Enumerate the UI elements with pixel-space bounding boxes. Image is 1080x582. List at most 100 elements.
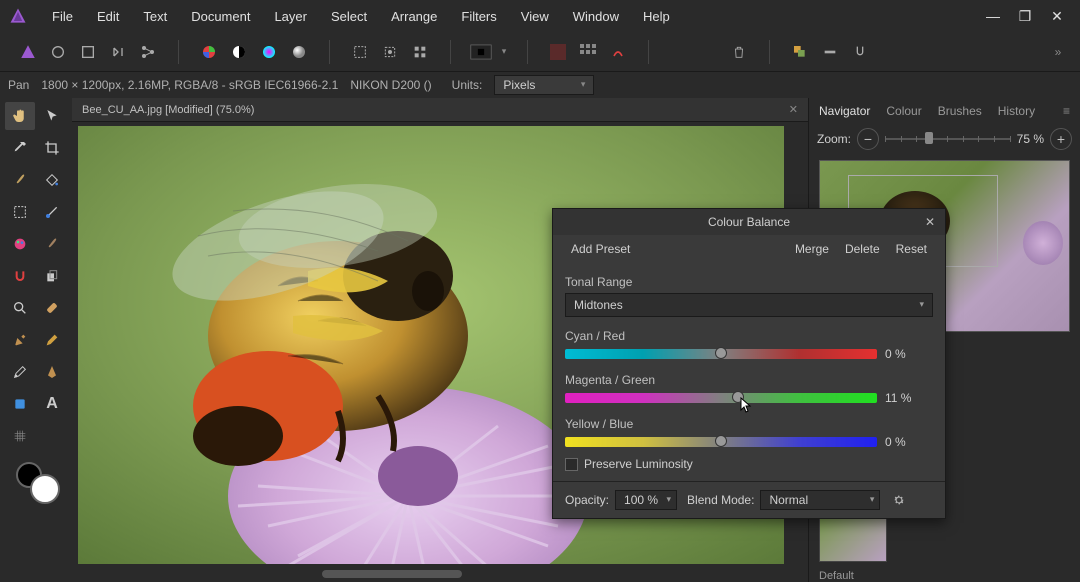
contrast-icon[interactable]: [225, 38, 253, 66]
snap-icon[interactable]: [846, 38, 874, 66]
tone-map-persona-icon[interactable]: [104, 38, 132, 66]
menu-arrange[interactable]: Arrange: [379, 3, 449, 30]
horizontal-scrollbar[interactable]: [322, 570, 462, 578]
crop-sel-icon[interactable]: [376, 38, 404, 66]
mesh-tool-icon[interactable]: [5, 422, 35, 450]
menu-view[interactable]: View: [509, 3, 561, 30]
overflow-icon[interactable]: »: [1044, 38, 1072, 66]
gradient-tool-icon[interactable]: [37, 198, 67, 226]
tab-colour[interactable]: Colour: [882, 100, 925, 122]
units-select[interactable]: Pixels ▾: [494, 75, 594, 95]
node-tool-icon[interactable]: [5, 358, 35, 386]
tab-history[interactable]: History: [994, 100, 1039, 122]
pencil-tool-icon[interactable]: [37, 326, 67, 354]
swatches-grid-icon[interactable]: [574, 38, 602, 66]
vector-pen-icon[interactable]: [37, 358, 67, 386]
photo-persona-icon[interactable]: [14, 38, 42, 66]
slider-track-1[interactable]: [565, 393, 877, 403]
zoom-out-button[interactable]: −: [857, 128, 879, 150]
document-tab-title: Bee_CU_AA.jpg [Modified] (75.0%): [82, 104, 254, 116]
move-tool-icon[interactable]: [37, 102, 67, 130]
zoom-tool-icon[interactable]: [5, 294, 35, 322]
preserve-luminosity-checkbox[interactable]: [565, 458, 578, 471]
tab-brushes[interactable]: Brushes: [934, 100, 986, 122]
slider-value-1[interactable]: 11 %: [885, 391, 933, 405]
marquee-tool-icon[interactable]: [5, 198, 35, 226]
liquify-persona-icon[interactable]: [44, 38, 72, 66]
empty-tool-slot: [37, 422, 67, 450]
magnet-tool-icon[interactable]: [5, 262, 35, 290]
dialog-close-button[interactable]: ✕: [921, 213, 939, 231]
merge-button[interactable]: Merge: [787, 238, 837, 260]
zoom-in-button[interactable]: +: [1050, 128, 1072, 150]
slider-value-0[interactable]: 0 %: [885, 347, 933, 361]
slider-value-2[interactable]: 0 %: [885, 435, 933, 449]
slider-track-0[interactable]: [565, 349, 877, 359]
dialog-titlebar[interactable]: Colour Balance ✕: [553, 209, 945, 235]
healing-tool-icon[interactable]: [37, 294, 67, 322]
grid-sel-icon[interactable]: [406, 38, 434, 66]
smudge-tool-icon[interactable]: [37, 230, 67, 258]
panel-menu-icon[interactable]: ≡: [1059, 100, 1074, 122]
red-swatch-icon[interactable]: [544, 38, 572, 66]
minimize-button[interactable]: —: [978, 4, 1008, 28]
flood-fill-icon[interactable]: [37, 166, 67, 194]
red-tool-icon[interactable]: [604, 38, 632, 66]
develop-persona-icon[interactable]: [74, 38, 102, 66]
menu-text[interactable]: Text: [131, 3, 179, 30]
layers-icon[interactable]: [786, 38, 814, 66]
shape-tool-icon[interactable]: [5, 390, 35, 418]
close-window-button[interactable]: ✕: [1042, 4, 1072, 28]
dialog-title-text: Colour Balance: [708, 215, 790, 229]
maximize-button[interactable]: ❐: [1010, 4, 1040, 28]
delete-button[interactable]: Delete: [837, 238, 888, 260]
color-wheel-icon[interactable]: [195, 38, 223, 66]
marquee-icon[interactable]: [346, 38, 374, 66]
menu-document[interactable]: Document: [179, 3, 262, 30]
menu-edit[interactable]: Edit: [85, 3, 131, 30]
reset-button[interactable]: Reset: [888, 238, 935, 260]
opacity-select[interactable]: 100 %: [615, 490, 677, 510]
slider-label-2: Yellow / Blue: [565, 417, 933, 431]
slider-thumb-2[interactable]: [715, 435, 727, 447]
close-tab-icon[interactable]: ✕: [789, 103, 798, 116]
align-icon[interactable]: [816, 38, 844, 66]
zoom-value: 75 %: [1017, 132, 1044, 146]
sphere-icon[interactable]: [285, 38, 313, 66]
hand-tool-icon[interactable]: [5, 102, 35, 130]
gear-icon[interactable]: [890, 491, 908, 509]
clone-tool-icon[interactable]: [37, 262, 67, 290]
pen-tool-icon[interactable]: [5, 326, 35, 354]
export-persona-icon[interactable]: [134, 38, 162, 66]
tab-navigator[interactable]: Navigator: [815, 100, 874, 122]
paint-mixer-icon[interactable]: [5, 230, 35, 258]
fill-preview-icon[interactable]: [467, 38, 495, 66]
panel-tabs-top: Navigator Colour Brushes History ≡: [809, 98, 1080, 124]
menu-select[interactable]: Select: [319, 3, 379, 30]
menu-filters[interactable]: Filters: [449, 3, 508, 30]
menu-help[interactable]: Help: [631, 3, 682, 30]
brush-tool-icon[interactable]: [5, 166, 35, 194]
menu-window[interactable]: Window: [561, 3, 631, 30]
slider-thumb-1[interactable]: [732, 391, 744, 403]
tonal-range-select[interactable]: Midtones: [565, 293, 933, 317]
crop-tool-icon[interactable]: [37, 134, 67, 162]
document-tab[interactable]: Bee_CU_AA.jpg [Modified] (75.0%) ✕: [72, 98, 808, 122]
zoom-slider[interactable]: [885, 129, 1011, 149]
menu-layer[interactable]: Layer: [262, 3, 319, 30]
chevron-down-icon[interactable]: ▾: [497, 38, 511, 66]
color-swatches[interactable]: [2, 462, 70, 506]
add-preset-button[interactable]: Add Preset: [563, 238, 638, 260]
trash-icon[interactable]: [725, 38, 753, 66]
preserve-luminosity-label: Preserve Luminosity: [584, 457, 693, 471]
hue-icon[interactable]: [255, 38, 283, 66]
document-dimensions: 1800 × 1200px, 2.16MP, RGBA/8 - sRGB IEC…: [41, 78, 338, 92]
blend-mode-select[interactable]: Normal: [760, 490, 880, 510]
text-tool-icon[interactable]: A: [37, 390, 67, 418]
layer-thumbnail[interactable]: [819, 518, 887, 562]
eyedropper-icon[interactable]: [5, 134, 35, 162]
menu-file[interactable]: File: [40, 3, 85, 30]
foreground-color-swatch[interactable]: [30, 474, 60, 504]
slider-track-2[interactable]: [565, 437, 877, 447]
slider-thumb-0[interactable]: [715, 347, 727, 359]
